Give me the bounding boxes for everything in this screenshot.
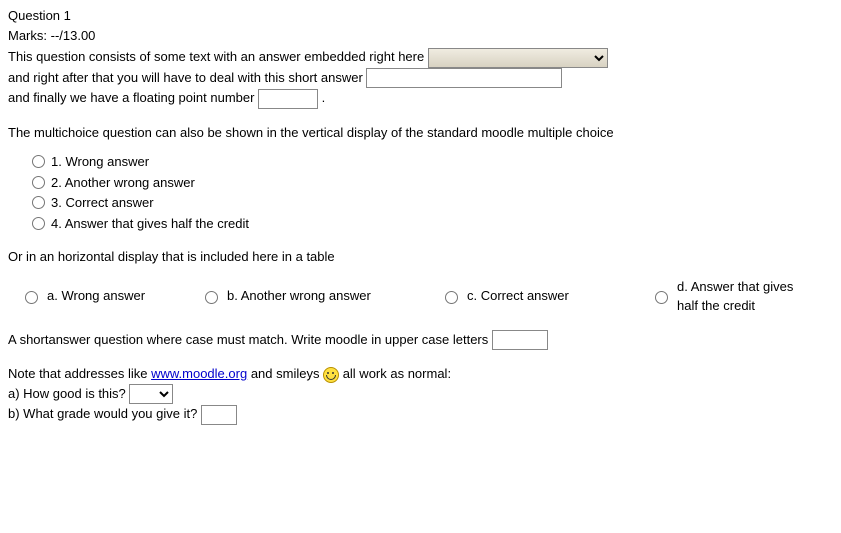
vertical-option-label: 3. Correct answer: [51, 193, 154, 213]
moodle-link[interactable]: www.moodle.org: [151, 366, 247, 381]
sub-a-text: a) How good is this?: [8, 386, 129, 401]
sub-b-text: b) What grade would you give it?: [8, 406, 201, 421]
note-text-before: Note that addresses like: [8, 366, 151, 381]
short-answer-input[interactable]: [366, 68, 562, 88]
sub-question-b: b) What grade would you give it?: [8, 404, 833, 425]
note-line: Note that addresses like www.moodle.org …: [8, 364, 833, 384]
sub-question-a: a) How good is this?: [8, 384, 833, 405]
horizontal-option-radio-a[interactable]: [25, 291, 38, 304]
shortanswer-case-input[interactable]: [492, 330, 548, 350]
horizontal-option-label: d. Answer that gives half the credit: [677, 277, 813, 316]
intro-text-3-after: .: [322, 90, 326, 105]
horizontal-choice-table: a. Wrong answer b. Another wrong answer …: [8, 277, 833, 316]
multichoice-intro: The multichoice question can also be sho…: [8, 123, 833, 143]
list-item: c. Correct answer: [440, 277, 650, 316]
list-item: 3. Correct answer: [32, 193, 833, 213]
list-item: 1. Wrong answer: [32, 152, 833, 172]
shortanswer-case-text: A shortanswer question where case must m…: [8, 332, 492, 347]
horizontal-option-label: a. Wrong answer: [47, 286, 145, 306]
question-title: Question 1: [8, 6, 833, 26]
vertical-option-radio-1[interactable]: [32, 155, 45, 168]
question-marks: Marks: --/13.00: [8, 26, 833, 46]
vertical-choice-list: 1. Wrong answer 2. Another wrong answer …: [8, 152, 833, 233]
intro-line-2: and right after that you will have to de…: [8, 68, 833, 89]
horizontal-option-radio-d[interactable]: [655, 291, 668, 304]
list-item: 2. Another wrong answer: [32, 173, 833, 193]
vertical-option-label: 2. Another wrong answer: [51, 173, 195, 193]
list-item: d. Answer that gives half the credit: [650, 277, 833, 316]
vertical-option-radio-4[interactable]: [32, 217, 45, 230]
vertical-option-radio-3[interactable]: [32, 196, 45, 209]
intro-text-2: and right after that you will have to de…: [8, 70, 366, 85]
sub-b-input[interactable]: [201, 405, 237, 425]
list-item: b. Another wrong answer: [200, 277, 440, 316]
float-answer-input[interactable]: [258, 89, 318, 109]
vertical-option-radio-2[interactable]: [32, 176, 45, 189]
note-text-after-link: and smileys: [251, 366, 323, 381]
horizontal-option-radio-c[interactable]: [445, 291, 458, 304]
list-item: a. Wrong answer: [20, 277, 200, 316]
intro-line-3: and finally we have a floating point num…: [8, 88, 833, 109]
intro-line-1: This question consists of some text with…: [8, 47, 833, 68]
embedded-answer-select[interactable]: [428, 48, 608, 68]
vertical-option-label: 1. Wrong answer: [51, 152, 149, 172]
list-item: 4. Answer that gives half the credit: [32, 214, 833, 234]
shortanswer-case-line: A shortanswer question where case must m…: [8, 330, 833, 351]
vertical-option-label: 4. Answer that gives half the credit: [51, 214, 249, 234]
sub-a-select[interactable]: [129, 384, 173, 404]
horizontal-option-radio-b[interactable]: [205, 291, 218, 304]
note-text-after-smiley: all work as normal:: [343, 366, 451, 381]
intro-text-3: and finally we have a floating point num…: [8, 90, 258, 105]
intro-text-1: This question consists of some text with…: [8, 49, 428, 64]
horizontal-intro: Or in an horizontal display that is incl…: [8, 247, 833, 267]
smiley-icon: [323, 367, 339, 383]
horizontal-option-label: c. Correct answer: [467, 286, 569, 306]
horizontal-option-label: b. Another wrong answer: [227, 286, 371, 306]
